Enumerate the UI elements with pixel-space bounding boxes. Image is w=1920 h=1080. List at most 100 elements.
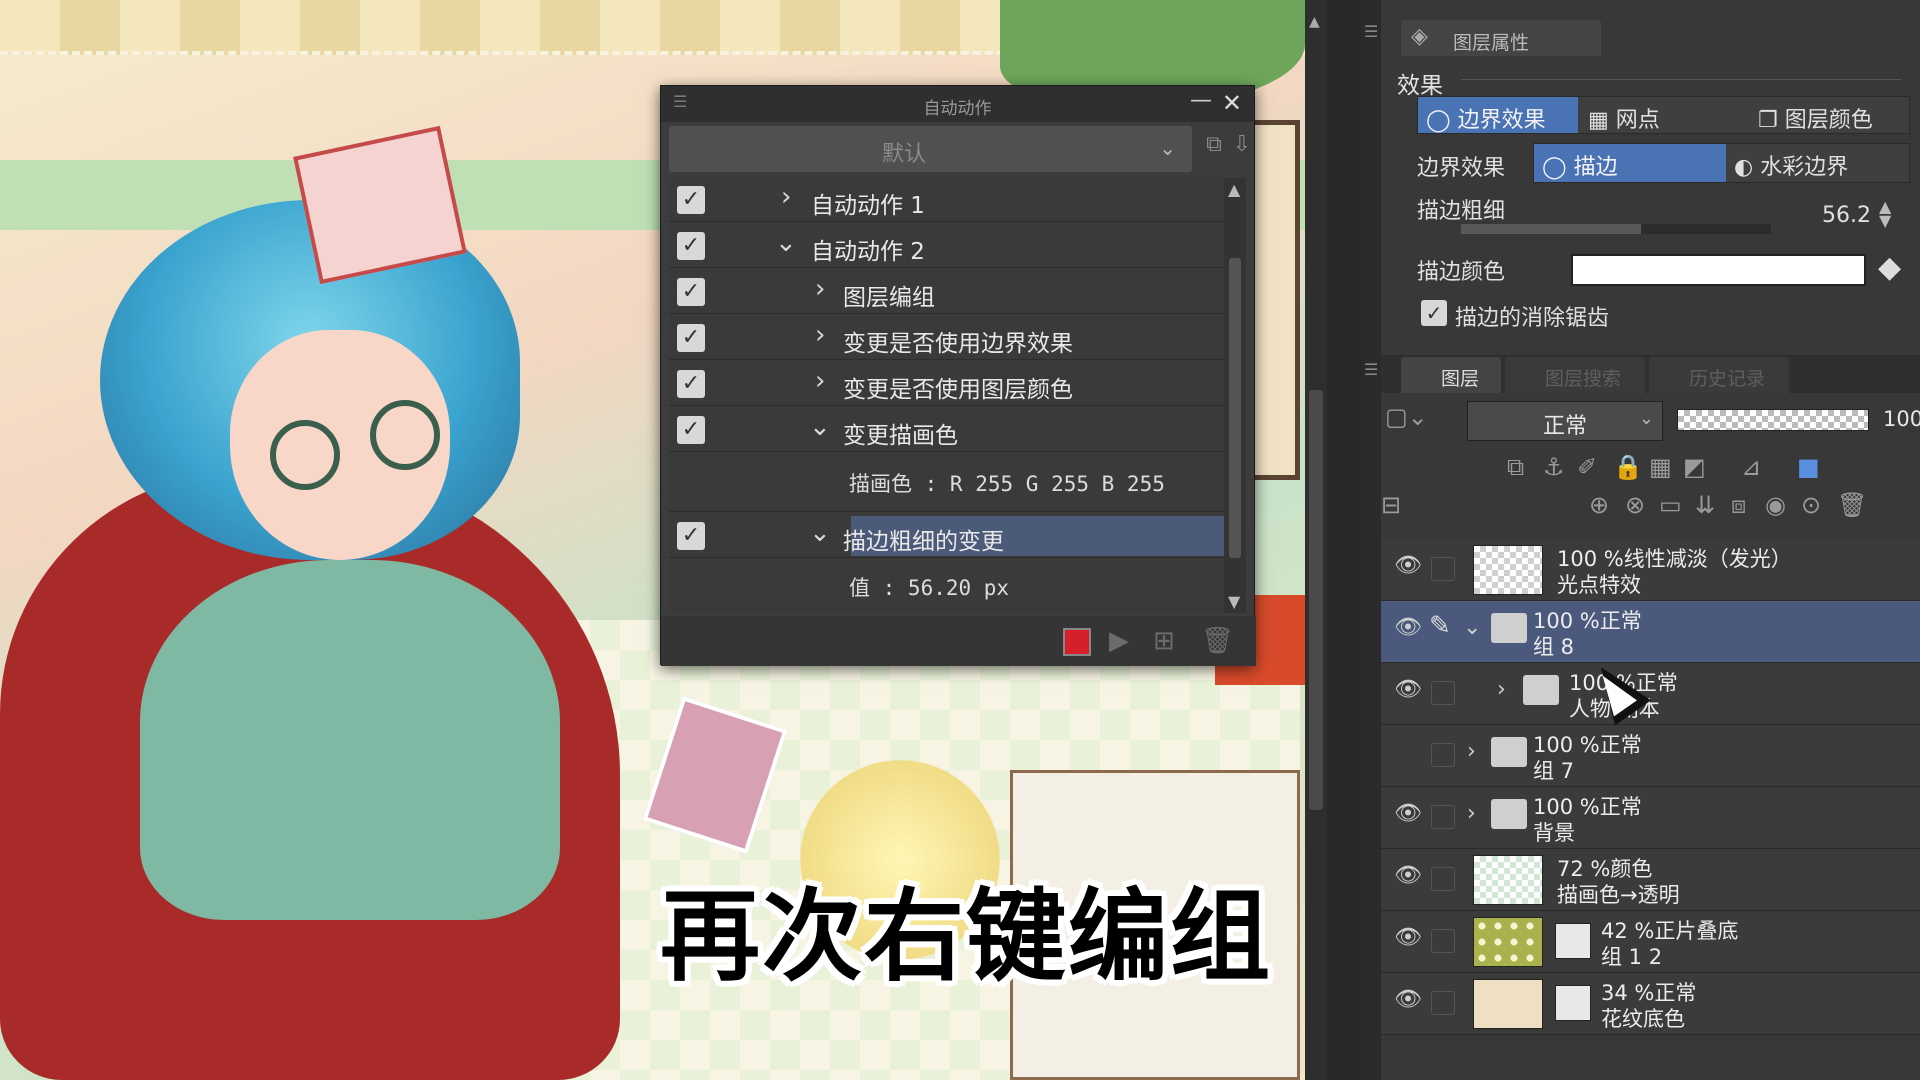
antialias-checkbox[interactable]: ✓ (1421, 300, 1447, 326)
apply-mask-icon[interactable]: ⊙ (1801, 491, 1821, 519)
layer-row[interactable]: 👁 72 %颜色 描画色→透明 (1381, 849, 1920, 911)
import-set-icon[interactable]: ⇩ (1227, 132, 1257, 166)
play-icon[interactable]: ▶ (1109, 626, 1129, 656)
duplicate-set-icon[interactable]: ⧉ (1199, 132, 1229, 166)
ruler-icon[interactable]: ⊿ (1741, 453, 1761, 481)
chevron-right-icon[interactable]: › (815, 320, 825, 350)
stroke-width-slider[interactable] (1461, 224, 1771, 234)
eye-off-icon[interactable]: · (1391, 739, 1425, 769)
chevron-right-icon[interactable]: › (1467, 801, 1476, 826)
layer-row[interactable]: 👁 › 100 %正常 人物 副本 (1381, 663, 1920, 725)
stroke-color-swatch[interactable] (1571, 254, 1866, 286)
layer-row[interactable]: 👁 42 %正片叠底 组 1 2 (1381, 911, 1920, 973)
command-checkbox[interactable]: ✓ (677, 522, 705, 550)
draft-icon[interactable]: ✐ (1577, 453, 1597, 481)
tab-screentone[interactable]: ▦ 网点 (1588, 97, 1738, 133)
chevron-right-icon[interactable]: › (1467, 739, 1476, 764)
action-set-dropdown[interactable]: 默认 ⌄ (669, 126, 1192, 172)
action-list-scrollbar[interactable]: ▲ ▼ (1224, 178, 1246, 613)
clip-icon[interactable]: ⧉ (1507, 453, 1524, 481)
chevron-down-icon[interactable]: ⌄ (809, 412, 831, 442)
tab-border-effect[interactable]: ◯ 边界效果 (1418, 97, 1578, 133)
layer-lock-toggle[interactable] (1431, 805, 1455, 829)
chevron-down-icon[interactable]: ⌄ (1463, 615, 1481, 640)
action-checkbox[interactable]: ✓ (677, 232, 705, 260)
command-checkbox[interactable]: ✓ (677, 324, 705, 352)
tab-layer-search[interactable]: 图层搜索 (1505, 357, 1645, 393)
command-checkbox[interactable]: ✓ (677, 416, 705, 444)
tab-layer-color[interactable]: ❐ 图层颜色 (1758, 97, 1908, 133)
dock-divider[interactable] (1327, 0, 1361, 1080)
chevron-right-icon[interactable]: › (815, 274, 825, 304)
stroke-width-value[interactable]: 56.2 (1801, 203, 1871, 228)
minimize-icon[interactable]: — (1190, 88, 1212, 113)
action-row[interactable]: ✓ ⌄ 自动动作 2 (669, 224, 1224, 268)
menu-grip-icon[interactable]: ☰ (1364, 22, 1378, 41)
canvas-scrollbar[interactable]: ▲ (1305, 0, 1327, 1080)
chevron-down-icon[interactable]: ⌄ (775, 228, 797, 258)
chevron-down-icon[interactable]: ⌄ (809, 518, 831, 548)
layer-lock-toggle[interactable] (1431, 929, 1455, 953)
command-checkbox[interactable]: ✓ (677, 278, 705, 306)
panel-menu-icon[interactable]: ⊟ (1381, 491, 1401, 519)
close-icon[interactable]: ✕ (1222, 89, 1242, 117)
new-vector-layer-icon[interactable]: ⊗ (1625, 491, 1645, 519)
merge-icon[interactable]: ⧈ (1731, 491, 1746, 519)
command-row[interactable]: ✓ › 图层编组 (669, 270, 1224, 314)
eye-icon[interactable]: 👁 (1391, 987, 1425, 1017)
canvas-scroll-thumb[interactable] (1309, 390, 1323, 810)
eye-icon[interactable]: 👁 (1391, 925, 1425, 955)
command-row-selected[interactable]: ✓ ⌄ 描边粗细的变更 (669, 514, 1229, 558)
action-scroll-thumb[interactable] (1229, 258, 1241, 558)
trash-icon[interactable]: 🗑 (1201, 626, 1234, 656)
action-checkbox[interactable]: ✓ (677, 186, 705, 214)
chevron-right-icon[interactable]: › (1497, 677, 1506, 702)
menu-grip-icon[interactable]: ☰ (1364, 360, 1378, 379)
layer-color-dropdown-icon[interactable]: ▢⌄ (1385, 403, 1428, 431)
layer-lock-toggle[interactable] (1431, 991, 1455, 1015)
option-watercolor-edge[interactable]: ◐ 水彩边界 (1734, 144, 1904, 182)
tab-layer-property[interactable]: ◈ 图层属性 (1401, 20, 1601, 56)
layer-lock-toggle[interactable] (1431, 867, 1455, 891)
auto-action-titlebar[interactable]: ☰ 自动动作 — ✕ (661, 86, 1254, 122)
lock-icon[interactable]: 🔒 (1613, 453, 1643, 481)
transfer-down-icon[interactable]: ⇊ (1695, 491, 1715, 519)
eye-icon[interactable]: 👁 (1391, 677, 1425, 707)
command-row[interactable]: ✓ › 变更是否使用图层颜色 (669, 362, 1224, 406)
layer-color-icon[interactable]: ■ (1797, 453, 1820, 481)
mask-icon[interactable]: ◩ (1683, 453, 1706, 481)
new-folder-icon[interactable]: ▭ (1659, 491, 1682, 519)
tab-layers[interactable]: 图层 (1401, 357, 1501, 393)
layer-row[interactable]: 👁 34 %正常 花纹底色 (1381, 973, 1920, 1035)
new-mask-icon[interactable]: ◉ (1765, 491, 1786, 519)
opacity-value[interactable]: 100 (1883, 407, 1920, 431)
fill-bucket-icon[interactable]: ◆ (1878, 250, 1901, 285)
layer-row[interactable]: 👁 100 %线性减淡（发光） 光点特效 (1381, 539, 1920, 601)
stop-record-button[interactable] (1063, 628, 1091, 656)
lock-transparency-icon[interactable]: ▦ (1649, 453, 1672, 481)
action-row[interactable]: ✓ › 自动动作 1 (669, 178, 1224, 222)
layer-row-selected[interactable]: 👁 ✎ ⌄ 100 %正常 组 8 (1381, 601, 1920, 663)
command-checkbox[interactable]: ✓ (677, 370, 705, 398)
trash-icon[interactable]: 🗑 (1837, 491, 1867, 519)
new-raster-layer-icon[interactable]: ⊕ (1589, 491, 1609, 519)
add-action-icon[interactable]: ⊞ (1153, 626, 1175, 656)
option-stroke[interactable]: ◯ 描边 (1534, 144, 1726, 182)
reference-icon[interactable]: ⚓ (1543, 453, 1565, 481)
scroll-down-icon[interactable]: ▼ (1228, 592, 1240, 611)
chevron-right-icon[interactable]: › (781, 182, 791, 212)
blend-mode-select[interactable]: 正常 ⌄ (1467, 401, 1663, 441)
command-row[interactable]: ✓ › 变更是否使用边界效果 (669, 316, 1224, 360)
dock-strip[interactable]: ☰ ☰ (1361, 0, 1381, 1080)
eye-icon[interactable]: 👁 (1391, 863, 1425, 893)
chevron-right-icon[interactable]: › (815, 366, 825, 396)
scroll-up-icon[interactable]: ▲ (1228, 180, 1240, 199)
layer-lock-toggle[interactable] (1431, 743, 1455, 767)
layer-lock-toggle[interactable] (1431, 681, 1455, 705)
eye-icon[interactable]: 👁 (1391, 801, 1425, 831)
scroll-up-icon[interactable]: ▲ (1309, 14, 1320, 30)
layer-row[interactable]: 👁 › 100 %正常 背景 (1381, 787, 1920, 849)
tab-history[interactable]: 历史记录 (1649, 357, 1789, 393)
layer-lock-toggle[interactable] (1431, 557, 1455, 581)
command-row[interactable]: ✓ ⌄ 变更描画色 (669, 408, 1224, 452)
